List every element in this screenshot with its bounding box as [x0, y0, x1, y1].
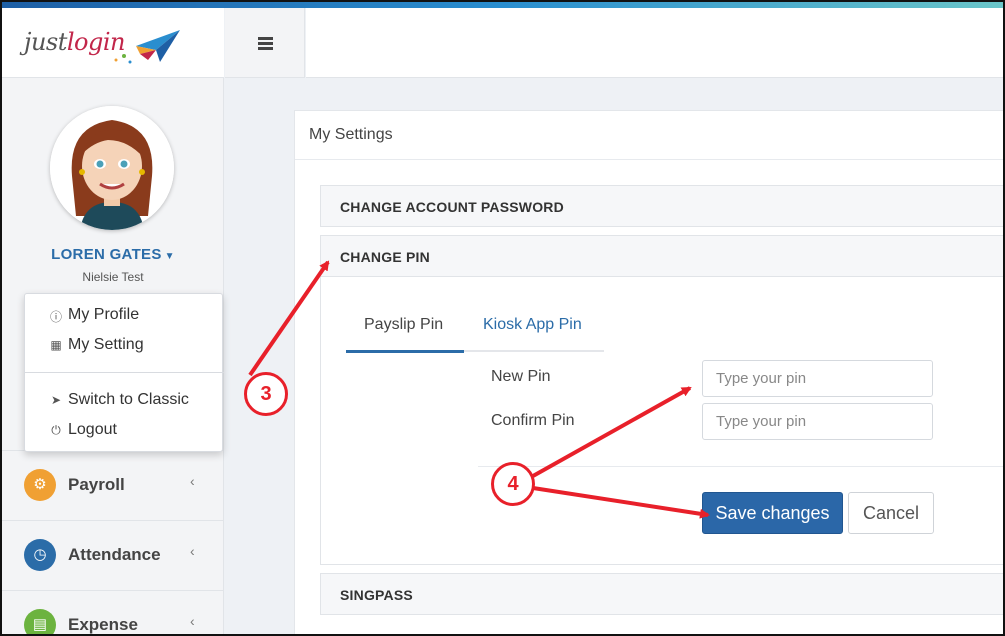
- menu-item-my-profile[interactable]: My Profile: [68, 306, 139, 324]
- avatar-illustration: [50, 106, 174, 230]
- tab-kiosk-app-pin[interactable]: Kiosk App Pin: [483, 316, 582, 334]
- confirm-pin-label: Confirm Pin: [491, 412, 575, 429]
- payroll-icon: ⚙: [24, 469, 56, 501]
- avatar[interactable]: [50, 106, 174, 230]
- active-tab-indicator: [346, 350, 464, 353]
- new-pin-input[interactable]: [702, 360, 933, 397]
- sidebar-toggle-button[interactable]: [225, 8, 305, 78]
- form-divider: [478, 466, 1005, 467]
- user-dropdown-menu: ⓘ My Profile ▦ My Setting ➤ Switch to Cl…: [24, 293, 224, 452]
- menu-divider: [25, 372, 224, 373]
- sidebar-item-payroll[interactable]: ⚙ Payroll ‹: [2, 450, 224, 518]
- section-title: SINGPASS: [340, 587, 413, 603]
- clock-icon: ◷: [24, 539, 56, 571]
- menu-item-my-setting[interactable]: My Setting: [68, 336, 144, 354]
- page-title: My Settings: [309, 126, 393, 143]
- sidebar-item-label: Attendance: [68, 545, 161, 564]
- section-title: CHANGE PIN: [340, 249, 430, 265]
- caret-down-icon: ▼: [164, 251, 175, 262]
- tab-payslip-pin[interactable]: Payslip Pin: [364, 316, 443, 334]
- top-accent-bar: [0, 0, 1005, 8]
- sidebar-item-attendance[interactable]: ◷ Attendance ‹: [2, 520, 224, 588]
- cancel-button[interactable]: Cancel: [848, 492, 934, 534]
- logo-text-just: just: [24, 28, 67, 56]
- menu-item-logout[interactable]: Logout: [68, 421, 117, 439]
- logo-area[interactable]: justlogin: [2, 8, 224, 78]
- sidebar-item-label: Payroll: [68, 475, 125, 494]
- chevron-left-icon: ‹: [190, 613, 195, 629]
- id-card-icon: ▦: [50, 338, 62, 352]
- sidebar-item-expense[interactable]: ▤ Expense ‹: [2, 590, 224, 636]
- chevron-left-icon: ‹: [190, 473, 195, 489]
- section-title: CHANGE ACCOUNT PASSWORD: [340, 199, 564, 215]
- confirm-pin-input[interactable]: [702, 403, 933, 440]
- panel-divider: [295, 159, 1005, 160]
- new-pin-label: New Pin: [491, 368, 551, 385]
- save-changes-button[interactable]: Save changes: [702, 492, 843, 534]
- step-4-badge: 4: [491, 462, 535, 506]
- top-header: [306, 8, 1003, 78]
- user-name-toggle[interactable]: LOREN GATES ▼: [2, 246, 224, 263]
- chevron-left-icon: ‹: [190, 543, 195, 559]
- profile-icon: ⓘ: [49, 310, 62, 324]
- step-3-badge: 3: [244, 372, 288, 416]
- sidebar-item-label: Expense: [68, 615, 138, 634]
- section-change-account-password[interactable]: CHANGE ACCOUNT PASSWORD: [320, 185, 1005, 227]
- section-change-pin[interactable]: CHANGE PIN: [320, 235, 1005, 277]
- user-organization: Nielsie Test: [82, 270, 144, 284]
- receipt-icon: ▤: [24, 609, 56, 636]
- hamburger-icon: [258, 37, 273, 50]
- power-icon: ⏻: [51, 423, 61, 437]
- section-singpass[interactable]: SINGPASS: [320, 573, 1005, 615]
- paper-plane-icon: ➤: [50, 393, 62, 407]
- menu-item-switch-to-classic[interactable]: Switch to Classic: [68, 391, 189, 409]
- paper-plane-logo-icon: [114, 30, 180, 64]
- user-name: LOREN GATES: [51, 246, 162, 263]
